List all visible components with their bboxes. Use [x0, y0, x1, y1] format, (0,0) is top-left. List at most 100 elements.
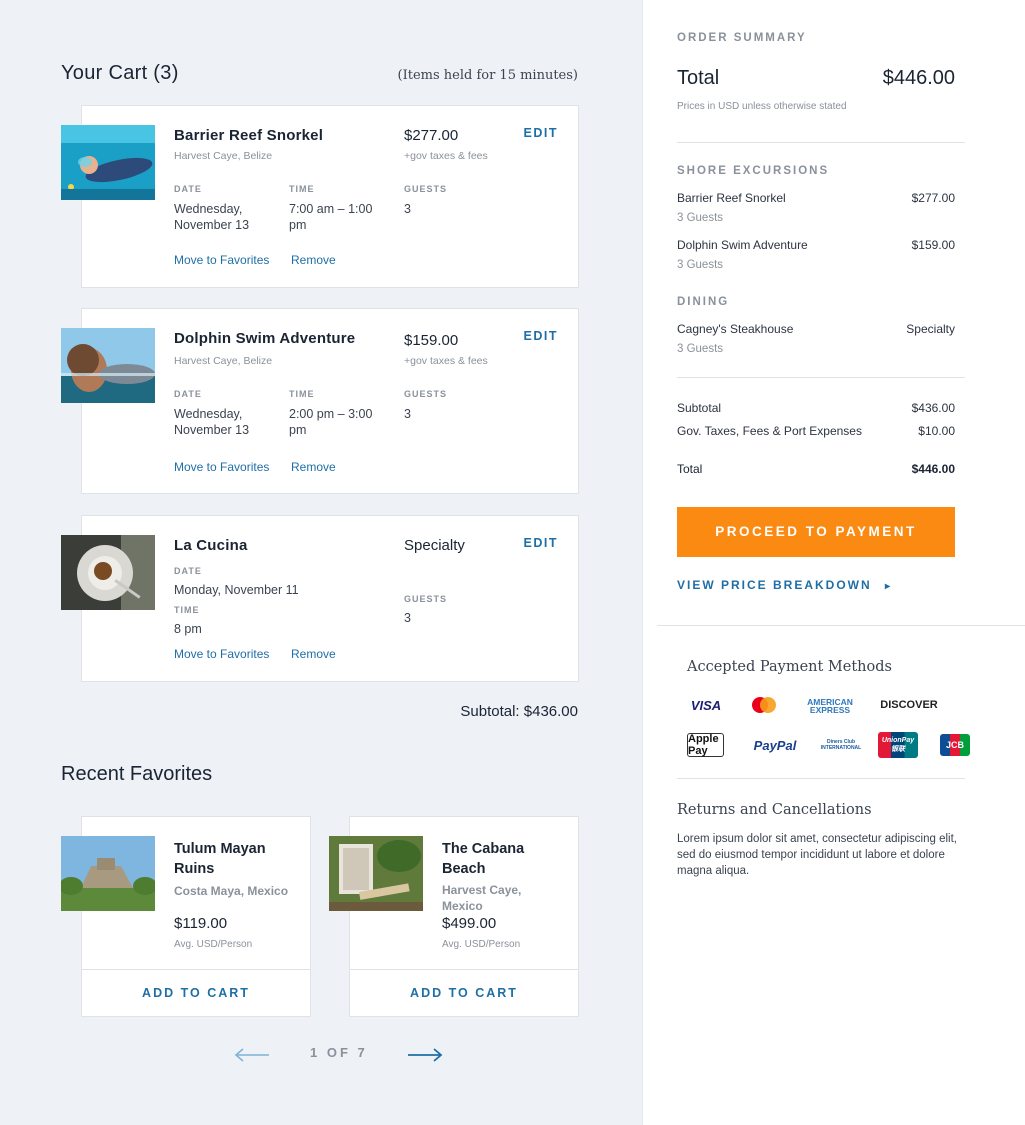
- summary-line-guests: 3 Guests: [677, 343, 724, 355]
- divider: [677, 142, 965, 143]
- cart-item-dolphin-swim: Dolphin Swim Adventure Harvest Caye, Bel…: [61, 308, 579, 494]
- divider: [677, 377, 965, 378]
- item-location: Harvest Caye, Belize: [174, 355, 273, 367]
- date-label: DATE: [174, 184, 202, 194]
- dolphin-photo: [61, 328, 155, 403]
- remove-link[interactable]: Remove: [291, 253, 336, 267]
- item-date: Wednesday, November 13: [174, 407, 250, 437]
- final-total-value: $446.00: [911, 462, 955, 476]
- dish-photo: [61, 535, 155, 610]
- item-name[interactable]: Dolphin Swim Adventure: [174, 330, 355, 347]
- cart-column: Your Cart (3) (Items held for 15 minutes…: [0, 0, 642, 1125]
- total-value: $446.00: [882, 67, 955, 89]
- item-date: Wednesday, November 13: [174, 202, 250, 232]
- item-price: Specialty: [404, 537, 465, 554]
- favorites-title: Recent Favorites: [61, 763, 213, 785]
- accepted-payments-label: Accepted Payment Methods: [687, 659, 892, 675]
- discover-logo-icon: DISCOVER: [880, 699, 938, 711]
- time-label: TIME: [289, 184, 315, 194]
- item-time: 7:00 am – 1:00 pm: [289, 202, 373, 232]
- move-to-favorites-link[interactable]: Move to Favorites: [174, 647, 269, 661]
- breakdown-label: VIEW PRICE BREAKDOWN: [677, 578, 872, 592]
- taxes-label: Gov. Taxes, Fees & Port Expenses: [677, 424, 862, 438]
- item-guests: 3: [404, 202, 411, 216]
- move-to-favorites-link[interactable]: Move to Favorites: [174, 460, 269, 474]
- guests-label: GUESTS: [404, 389, 448, 399]
- favorite-location: Costa Maya, Mexico: [174, 884, 289, 898]
- dining-label: DINING: [677, 296, 730, 308]
- mastercard-logo-icon: [749, 696, 779, 714]
- summary-line-name: Barrier Reef Snorkel: [677, 191, 786, 205]
- guests-label: GUESTS: [404, 184, 448, 194]
- summary-line-guests: 3 Guests: [677, 212, 724, 224]
- divider: [677, 778, 965, 779]
- date-label: DATE: [174, 389, 202, 399]
- returns-title: Returns and Cancellations: [677, 802, 872, 818]
- favorite-location: Harvest Caye, Mexico: [442, 883, 522, 913]
- time-label: TIME: [289, 389, 315, 399]
- item-name[interactable]: Barrier Reef Snorkel: [174, 127, 323, 144]
- item-time: 2:00 pm – 3:00 pm: [289, 407, 373, 437]
- currency-note: Prices in USD unless otherwise stated: [677, 101, 847, 112]
- shore-excursions-label: SHORE EXCURSIONS: [677, 165, 830, 177]
- item-guests: 3: [404, 611, 411, 625]
- favorite-name[interactable]: The Cabana Beach: [442, 839, 567, 879]
- total-label: Total: [677, 67, 720, 89]
- favorite-avg-label: Avg. USD/Person: [442, 939, 521, 950]
- add-to-cart-button[interactable]: ADD TO CART: [350, 969, 578, 1016]
- edit-button[interactable]: EDIT: [524, 536, 558, 550]
- unionpay-logo-icon: UnionPay 银联: [878, 732, 918, 758]
- cart-item-barrier-reef: Barrier Reef Snorkel Harvest Caye, Beliz…: [61, 105, 579, 288]
- ruins-photo: [61, 836, 155, 911]
- favorite-card-cabana: The Cabana Beach Harvest Caye, Mexico $4…: [329, 816, 579, 1017]
- snorkel-photo: [61, 125, 155, 200]
- time-label: TIME: [174, 605, 200, 615]
- order-summary-panel: ORDER SUMMARY Total $446.00 Prices in US…: [642, 0, 1025, 1125]
- item-location: Harvest Caye, Belize: [174, 150, 273, 162]
- returns-body: Lorem ipsum dolor sit amet, consectetur …: [677, 833, 957, 877]
- final-total-label: Total: [677, 462, 703, 476]
- favorite-price: $119.00: [174, 915, 228, 932]
- edit-button[interactable]: EDIT: [524, 126, 558, 140]
- favorite-price: $499.00: [442, 915, 497, 932]
- subtotal-value: $436.00: [911, 401, 955, 415]
- summary-line-value: $277.00: [911, 191, 955, 205]
- order-summary-label: ORDER SUMMARY: [677, 32, 807, 44]
- item-price: $159.00: [404, 332, 459, 349]
- proceed-to-payment-button[interactable]: PROCEED TO PAYMENT: [677, 507, 955, 557]
- favorite-card-tulum: Tulum Mayan Ruins Costa Maya, Mexico $11…: [61, 816, 311, 1017]
- cart-subtotal: Subtotal: $436.00: [460, 703, 578, 720]
- cart-item-la-cucina: La Cucina Specialty EDIT DATE Monday, No…: [61, 515, 579, 682]
- summary-line-value: Specialty: [906, 322, 955, 336]
- subtotal-label: Subtotal: [677, 401, 722, 415]
- remove-link[interactable]: Remove: [291, 460, 336, 474]
- amex-logo-icon: AMERICAN EXPRESS: [807, 697, 853, 715]
- move-to-favorites-link[interactable]: Move to Favorites: [174, 253, 269, 267]
- item-fees: +gov taxes & fees: [404, 355, 488, 367]
- arrow-left-icon[interactable]: [233, 1047, 271, 1063]
- jcb-logo-icon: JCB: [940, 734, 970, 756]
- add-to-cart-button[interactable]: ADD TO CART: [82, 969, 310, 1016]
- view-price-breakdown-link[interactable]: VIEW PRICE BREAKDOWN ▸: [677, 578, 892, 592]
- apple-pay-logo-icon: Apple Pay: [687, 733, 724, 757]
- item-guests: 3: [404, 407, 411, 421]
- paypal-logo-icon: PayPal: [753, 737, 797, 753]
- arrow-right-icon[interactable]: [406, 1047, 444, 1063]
- item-price: $277.00: [404, 127, 459, 144]
- summary-line-value: $159.00: [911, 238, 955, 252]
- favorite-name[interactable]: Tulum Mayan Ruins: [174, 839, 299, 879]
- item-fees: +gov taxes & fees: [404, 150, 488, 162]
- summary-line-name: Dolphin Swim Adventure: [677, 238, 808, 252]
- caret-right-icon: ▸: [885, 581, 893, 592]
- divider: [657, 625, 1025, 626]
- date-label: DATE: [174, 566, 202, 576]
- held-note: (Items held for 15 minutes): [397, 68, 578, 83]
- favorite-avg-label: Avg. USD/Person: [174, 939, 253, 950]
- summary-line-guests: 3 Guests: [677, 259, 724, 271]
- edit-button[interactable]: EDIT: [524, 329, 558, 343]
- pager-label: 1 OF 7: [310, 1045, 368, 1060]
- item-name[interactable]: La Cucina: [174, 537, 247, 554]
- diners-club-logo-icon: Diners Club INTERNATIONAL: [820, 739, 862, 751]
- item-date: Monday, November 11: [174, 583, 299, 597]
- remove-link[interactable]: Remove: [291, 647, 336, 661]
